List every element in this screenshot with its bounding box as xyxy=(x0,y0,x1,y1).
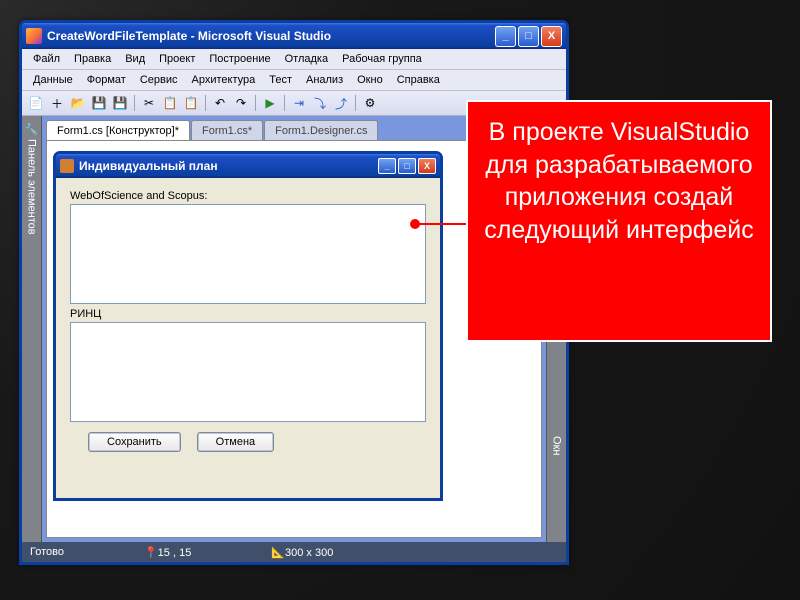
menu-project[interactable]: Проект xyxy=(152,51,202,67)
form-title-bar: Индивидуальный план _ □ X xyxy=(56,154,440,178)
menu-team[interactable]: Рабочая группа xyxy=(335,51,429,67)
callout-pointer-line xyxy=(417,223,473,225)
menu-build[interactable]: Построение xyxy=(202,51,277,67)
run-icon[interactable]: ▶ xyxy=(261,94,279,112)
save-button[interactable]: Сохранить xyxy=(88,432,181,452)
textbox-webofscience[interactable] xyxy=(70,204,426,304)
menu-window[interactable]: Окно xyxy=(350,72,390,88)
label-rinc: РИНЦ xyxy=(70,308,426,320)
menu-architecture[interactable]: Архитектура xyxy=(185,72,263,88)
separator-icon xyxy=(205,95,206,111)
separator-icon xyxy=(284,95,285,111)
redo-icon[interactable]: ↷ xyxy=(232,94,250,112)
menu-edit[interactable]: Правка xyxy=(67,51,118,67)
paste-icon[interactable]: 📋 xyxy=(182,94,200,112)
title-bar[interactable]: CreateWordFileTemplate - Microsoft Visua… xyxy=(22,23,566,49)
form-close-button[interactable]: X xyxy=(418,158,436,174)
minimize-button[interactable]: _ xyxy=(495,26,516,47)
tab-form-code[interactable]: Form1.cs* xyxy=(191,120,263,140)
cancel-button[interactable]: Отмена xyxy=(197,432,274,452)
textbox-rinc[interactable] xyxy=(70,322,426,422)
properties-tab[interactable]: Окн xyxy=(546,430,566,543)
label-webofscience: WebOfScience and Scopus: xyxy=(70,190,426,202)
menu-file[interactable]: Файл xyxy=(26,51,67,67)
form-minimize-button[interactable]: _ xyxy=(378,158,396,174)
separator-icon xyxy=(355,95,356,111)
menu-help[interactable]: Справка xyxy=(390,72,447,88)
separator-icon xyxy=(255,95,256,111)
tab-form-designer[interactable]: Form1.cs [Конструктор]* xyxy=(46,120,190,140)
toolbox-icon: 🔧 xyxy=(25,122,38,135)
tab-form-designer-code[interactable]: Form1.Designer.cs xyxy=(264,120,378,140)
menu-analysis[interactable]: Анализ xyxy=(299,72,350,88)
status-size: 📐300 x 300 xyxy=(271,546,333,559)
copy-icon[interactable]: 📋 xyxy=(161,94,179,112)
form-maximize-button[interactable]: □ xyxy=(398,158,416,174)
menu-debug[interactable]: Отладка xyxy=(278,51,335,67)
save-all-icon[interactable]: 💾 xyxy=(111,94,129,112)
new-project-icon[interactable]: 📄 xyxy=(27,94,45,112)
step-icon[interactable]: ⇥ xyxy=(290,94,308,112)
cut-icon[interactable]: ✂ xyxy=(140,94,158,112)
vs-app-icon xyxy=(26,28,42,44)
menu-bar-2: Данные Формат Сервис Архитектура Тест Ан… xyxy=(22,70,566,91)
undo-icon[interactable]: ↶ xyxy=(211,94,229,112)
add-item-icon[interactable]: ＋ xyxy=(48,94,66,112)
status-ready: Готово xyxy=(30,546,64,558)
separator-icon xyxy=(134,95,135,111)
menu-test[interactable]: Тест xyxy=(262,72,299,88)
config-icon[interactable]: ⚙ xyxy=(361,94,379,112)
menu-bar: Файл Правка Вид Проект Построение Отладк… xyxy=(22,49,566,70)
menu-data[interactable]: Данные xyxy=(26,72,80,88)
form-icon xyxy=(60,159,74,173)
maximize-button[interactable]: □ xyxy=(518,26,539,47)
designed-form-window[interactable]: Индивидуальный план _ □ X WebOfScience a… xyxy=(53,151,443,501)
status-bar: Готово 📍15 , 15 📐300 x 300 xyxy=(22,542,566,562)
toolbox-panel-tab[interactable]: 🔧 Панель элементов xyxy=(22,116,42,542)
close-button[interactable]: X xyxy=(541,26,562,47)
open-file-icon[interactable]: 📂 xyxy=(69,94,87,112)
menu-view[interactable]: Вид xyxy=(118,51,152,67)
menu-tools[interactable]: Сервис xyxy=(133,72,185,88)
step-out-icon[interactable]: ⤴ xyxy=(332,94,350,112)
window-title: CreateWordFileTemplate - Microsoft Visua… xyxy=(47,29,495,43)
status-position: 📍15 , 15 xyxy=(144,546,191,559)
menu-format[interactable]: Формат xyxy=(80,72,133,88)
annotation-callout: В проекте VisualStudio для разрабатываем… xyxy=(466,100,772,342)
save-icon[interactable]: 💾 xyxy=(90,94,108,112)
form-title-text: Индивидуальный план xyxy=(79,159,218,173)
step-over-icon[interactable]: ⤵ xyxy=(311,94,329,112)
